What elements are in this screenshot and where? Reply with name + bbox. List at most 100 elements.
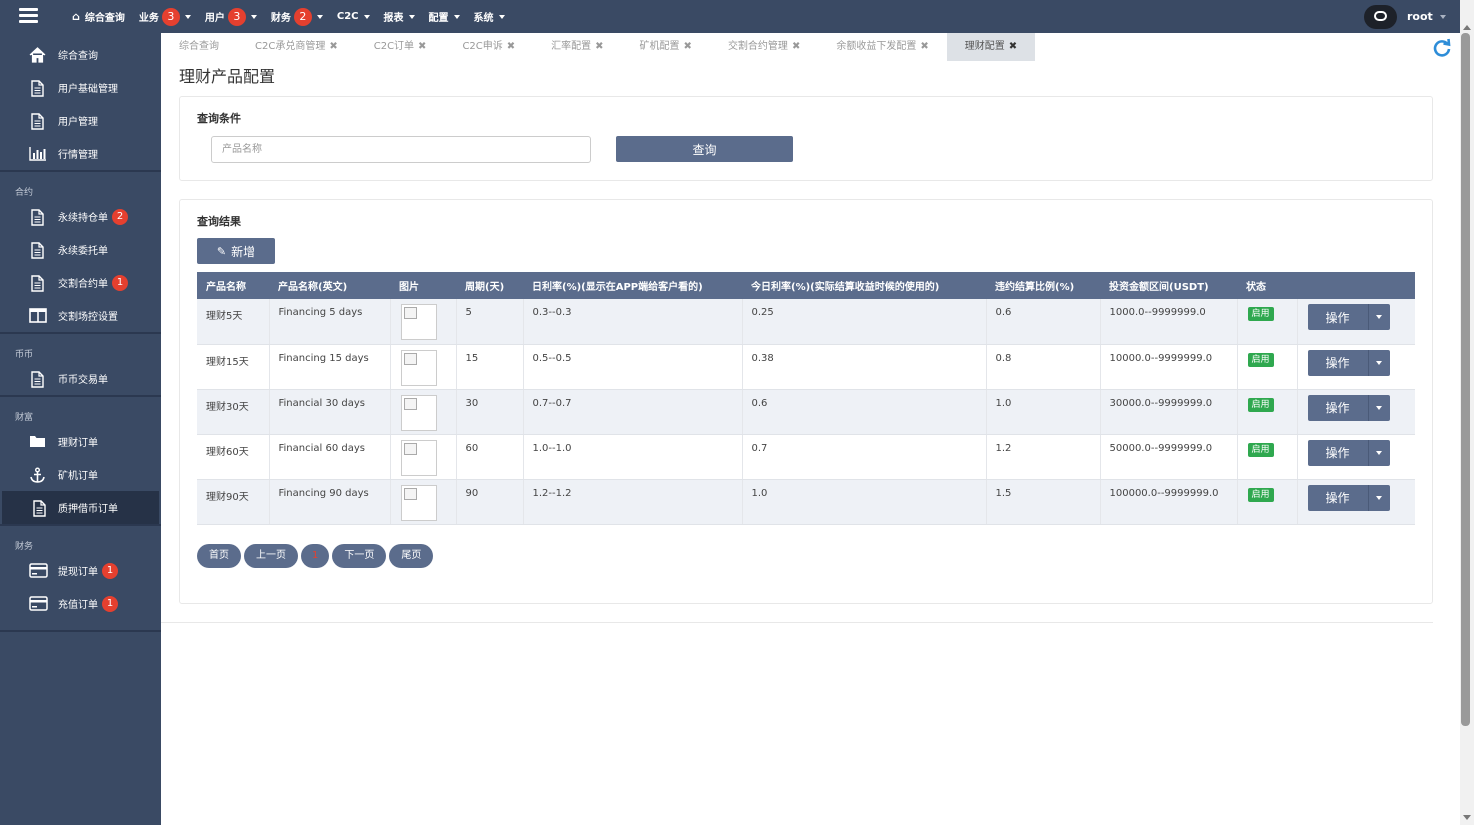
top-menu-item[interactable]: 配置 <box>429 9 460 24</box>
credit-card-icon <box>29 596 48 612</box>
sidebar-item[interactable]: 充值订单 1 <box>0 587 161 620</box>
tab-label: C2C承兑商管理 <box>255 41 326 52</box>
close-icon[interactable]: ✖ <box>920 41 928 52</box>
first-page-button[interactable]: 首页 <box>197 544 241 568</box>
tab-label: 交割合约管理 <box>727 41 788 52</box>
broken-image-icon[interactable] <box>400 439 437 476</box>
user-name: root <box>1407 10 1433 23</box>
action-dropdown-toggle[interactable] <box>1367 439 1390 466</box>
sidebar-item[interactable]: 矿机订单 <box>0 458 161 491</box>
tab[interactable]: C2C申诉 ✖ <box>444 33 533 61</box>
top-menu-item[interactable]: 财务 2 <box>271 7 323 26</box>
top-menu-label: 配置 <box>428 13 449 24</box>
action-dropdown-toggle[interactable] <box>1367 304 1390 330</box>
tab[interactable]: 矿机配置 ✖ <box>622 33 710 61</box>
close-icon[interactable]: ✖ <box>792 41 800 52</box>
sidebar-section: 币币币币交易单 <box>0 334 161 397</box>
top-menu-label: 业务 <box>138 13 159 24</box>
top-menu-item[interactable]: 业务 3 <box>138 7 191 26</box>
prev-page-button[interactable]: 上一页 <box>244 544 298 568</box>
close-icon[interactable]: ✖ <box>418 41 426 52</box>
cell-penalty: 0.6 <box>986 299 1101 345</box>
chevron-down-icon <box>1376 315 1382 319</box>
sidebar-section: 财务 提现订单 1 充值订单 1 <box>0 526 161 632</box>
broken-image-icon[interactable] <box>400 304 437 340</box>
action-button[interactable]: 操作 <box>1307 484 1368 511</box>
tab[interactable]: C2C承兑商管理 ✖ <box>237 33 356 61</box>
action-dropdown-toggle[interactable] <box>1367 484 1390 511</box>
sidebar-item[interactable]: 交割场控设置 <box>0 299 161 332</box>
broken-image-icon[interactable] <box>400 394 437 431</box>
tab-strip: 综合查询 C2C承兑商管理 ✖ C2C订单 ✖ C2C申诉 ✖ 汇率配置 ✖ 矿机配置 ✖ 交割合约管… <box>161 33 1036 61</box>
sidebar-item[interactable]: 交割合约单 1 <box>0 266 161 299</box>
broken-image-icon[interactable] <box>400 349 437 386</box>
action-dropdown-toggle[interactable] <box>1367 394 1390 421</box>
cell-image <box>390 299 457 345</box>
tab[interactable]: 余额收益下发配置 ✖ <box>818 33 946 61</box>
cell-period: 90 <box>456 479 524 525</box>
home-icon <box>29 47 46 63</box>
tab[interactable]: 理财配置 ✖ <box>946 33 1036 61</box>
close-icon[interactable]: ✖ <box>329 41 337 52</box>
status-badge: 启用 <box>1247 487 1274 502</box>
close-icon[interactable]: ✖ <box>1009 41 1017 52</box>
close-icon[interactable]: ✖ <box>684 41 692 52</box>
action-button[interactable]: 操作 <box>1307 439 1368 466</box>
sidebar-item[interactable]: 用户管理 <box>0 104 161 137</box>
chevron-down-icon <box>1376 495 1382 500</box>
close-icon[interactable]: ✖ <box>507 41 515 52</box>
sidebar-item[interactable]: 提现订单 1 <box>0 554 161 587</box>
tab[interactable]: C2C订单 ✖ <box>356 33 445 61</box>
cell-daily-rate: 0.5--0.5 <box>523 344 743 390</box>
top-menu-item[interactable]: C2C <box>337 11 370 22</box>
action-button[interactable]: 操作 <box>1307 349 1368 376</box>
bar-chart-icon <box>29 146 46 162</box>
tab[interactable]: 交割合约管理 ✖ <box>710 33 818 61</box>
scroll-down-icon[interactable] <box>1463 815 1471 820</box>
count-badge: 1 <box>112 274 128 291</box>
top-menu-item[interactable]: 系统 <box>474 9 505 24</box>
status-badge: 启用 <box>1247 307 1274 321</box>
add-button[interactable]: ✎ 新增 <box>197 238 275 264</box>
tab[interactable]: 汇率配置 ✖ <box>533 33 621 61</box>
search-button[interactable]: 查询 <box>616 136 793 162</box>
sidebar-item-label: 交割合约单 <box>58 279 108 290</box>
current-page-button[interactable]: 1 <box>301 544 330 568</box>
sidebar-item[interactable]: 质押借币订单 <box>2 491 159 524</box>
action-dropdown-toggle[interactable] <box>1367 349 1390 376</box>
column-header: 违约结算比例(%) <box>986 272 1100 299</box>
sidebar: 综合查询 用户基础管理 用户管理 行情管理合约永续持仓单 2 永续委托单交割合约单 1 交割场… <box>0 33 161 825</box>
action-button[interactable]: 操作 <box>1307 304 1368 330</box>
broken-image-icon[interactable] <box>400 484 437 521</box>
sidebar-item[interactable]: 理财订单 <box>0 425 161 458</box>
cell-daily-rate: 0.7--0.7 <box>523 389 743 435</box>
user-menu[interactable]: root <box>1407 10 1446 23</box>
close-icon[interactable]: ✖ <box>595 41 603 52</box>
scroll-up-icon[interactable] <box>1463 25 1471 30</box>
menu-toggle-icon[interactable] <box>19 8 38 24</box>
tab[interactable]: 综合查询 <box>161 33 237 61</box>
top-menu-item[interactable]: 用户 3 <box>205 7 257 26</box>
column-header: 投资金额区间(USDT) <box>1100 272 1237 299</box>
sidebar-item[interactable]: 用户基础管理 <box>0 71 161 104</box>
cell-image <box>390 344 457 390</box>
cell-period: 60 <box>456 434 524 480</box>
sidebar-item[interactable]: 永续委托单 <box>0 233 161 266</box>
sidebar-item[interactable]: 币币交易单 <box>0 362 161 395</box>
sidebar-section-heading: 币币 <box>15 350 34 360</box>
next-page-button[interactable]: 下一页 <box>332 544 387 568</box>
refresh-icon[interactable] <box>1432 38 1452 58</box>
column-header: 状态 <box>1237 272 1297 299</box>
sidebar-section-heading: 合约 <box>15 188 34 198</box>
scrollbar-thumb[interactable] <box>1461 33 1470 726</box>
chat-button[interactable] <box>1364 5 1397 29</box>
action-button[interactable]: 操作 <box>1307 394 1368 421</box>
sidebar-item[interactable]: 行情管理 <box>0 137 161 170</box>
product-name-input[interactable] <box>211 136 591 163</box>
top-menu-item[interactable]: 报表 <box>384 9 415 24</box>
sidebar-item[interactable]: 永续持仓单 2 <box>0 200 161 233</box>
top-menu-item[interactable]: ⌂ 综合查询 <box>72 9 125 24</box>
sidebar-item-label: 币币交易单 <box>58 375 108 386</box>
sidebar-item[interactable]: 综合查询 <box>0 38 161 71</box>
last-page-button[interactable]: 尾页 <box>389 544 434 568</box>
